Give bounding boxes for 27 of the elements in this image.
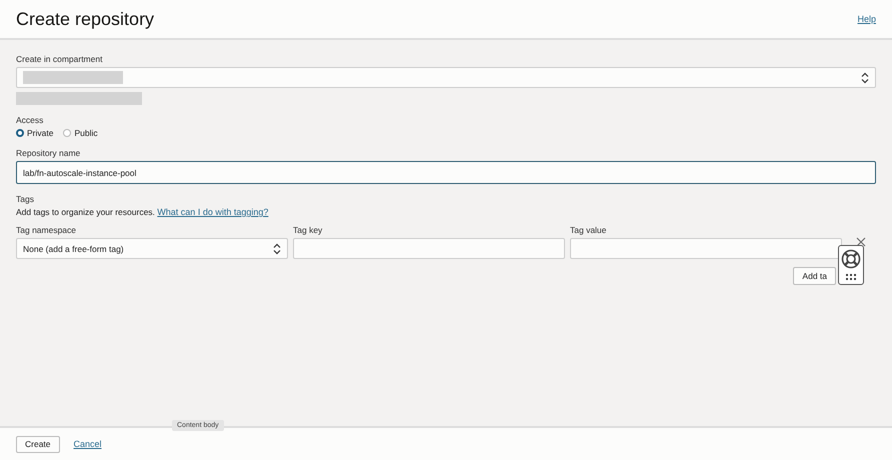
create-button[interactable]: Create — [16, 436, 60, 452]
tag-input-field[interactable] — [570, 238, 842, 259]
section-heading: Tags — [16, 194, 34, 204]
grid-dots-icon — [845, 272, 857, 281]
lifebuoy-icon — [841, 249, 861, 270]
field-label: Create in compartment — [16, 54, 102, 64]
tag-input-field[interactable] — [293, 238, 565, 259]
field-label: Tag value — [570, 225, 608, 235]
tagging-help-link[interactable]: What can I do with tagging? — [157, 207, 268, 217]
tag-namespace-select[interactable]: None (add a free-form tag) — [16, 238, 288, 259]
radio-option[interactable]: Private — [16, 128, 54, 138]
select-arrows-icon — [861, 72, 869, 84]
page-title: Create repository — [16, 8, 154, 30]
radio-option[interactable]: Public — [63, 128, 98, 138]
field-label: Repository name — [16, 148, 80, 158]
field-label: Tag key — [293, 225, 324, 235]
cancel-link[interactable]: Cancel — [74, 439, 102, 449]
close-icon[interactable] — [856, 237, 866, 247]
field-label: Access — [16, 115, 44, 125]
field-label: Tag namespace — [16, 225, 78, 235]
help-widget[interactable] — [838, 245, 864, 285]
compartment-select[interactable] — [16, 67, 876, 88]
repository-name-field[interactable]: lab/fn-autoscale-instance-pool — [16, 161, 876, 184]
add-tag-button[interactable]: Add ta — [793, 267, 836, 285]
select-arrows-icon — [273, 242, 281, 254]
help-link[interactable]: Help — [857, 14, 876, 24]
tags-description: Add tags to organize your resources. — [16, 207, 155, 217]
